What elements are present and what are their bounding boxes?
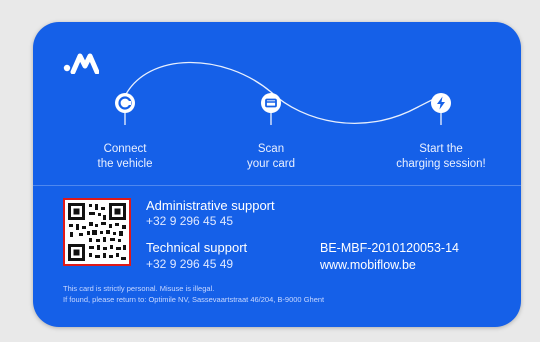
car-connector-icon xyxy=(115,93,135,125)
charging-card: Connect the vehicle Scan your card Start… xyxy=(33,22,521,327)
section-divider xyxy=(33,185,521,186)
footer-line-1: This card is strictly personal. Misuse i… xyxy=(63,284,215,293)
tech-support-phone: +32 9 296 45 49 xyxy=(146,257,234,271)
card-id: BE-MBF-2010120053-14 xyxy=(320,241,459,255)
footer-line-2: If found, please return to: Optimile NV,… xyxy=(63,295,325,304)
website-link[interactable]: www.mobiflow.be xyxy=(320,258,416,272)
admin-support-phone: +32 9 296 45 45 xyxy=(146,214,234,228)
step-scan-label: Scan your card xyxy=(247,143,295,170)
qr-code-icon xyxy=(63,198,131,266)
tech-support-title: Technical support xyxy=(146,240,248,255)
step-connect-label: Connect the vehicle xyxy=(97,143,153,170)
step-charge-label: Start the charging session! xyxy=(396,143,486,170)
card-scan-icon xyxy=(261,93,281,125)
admin-support-title: Administrative support xyxy=(146,198,275,213)
lightning-icon xyxy=(431,93,451,125)
